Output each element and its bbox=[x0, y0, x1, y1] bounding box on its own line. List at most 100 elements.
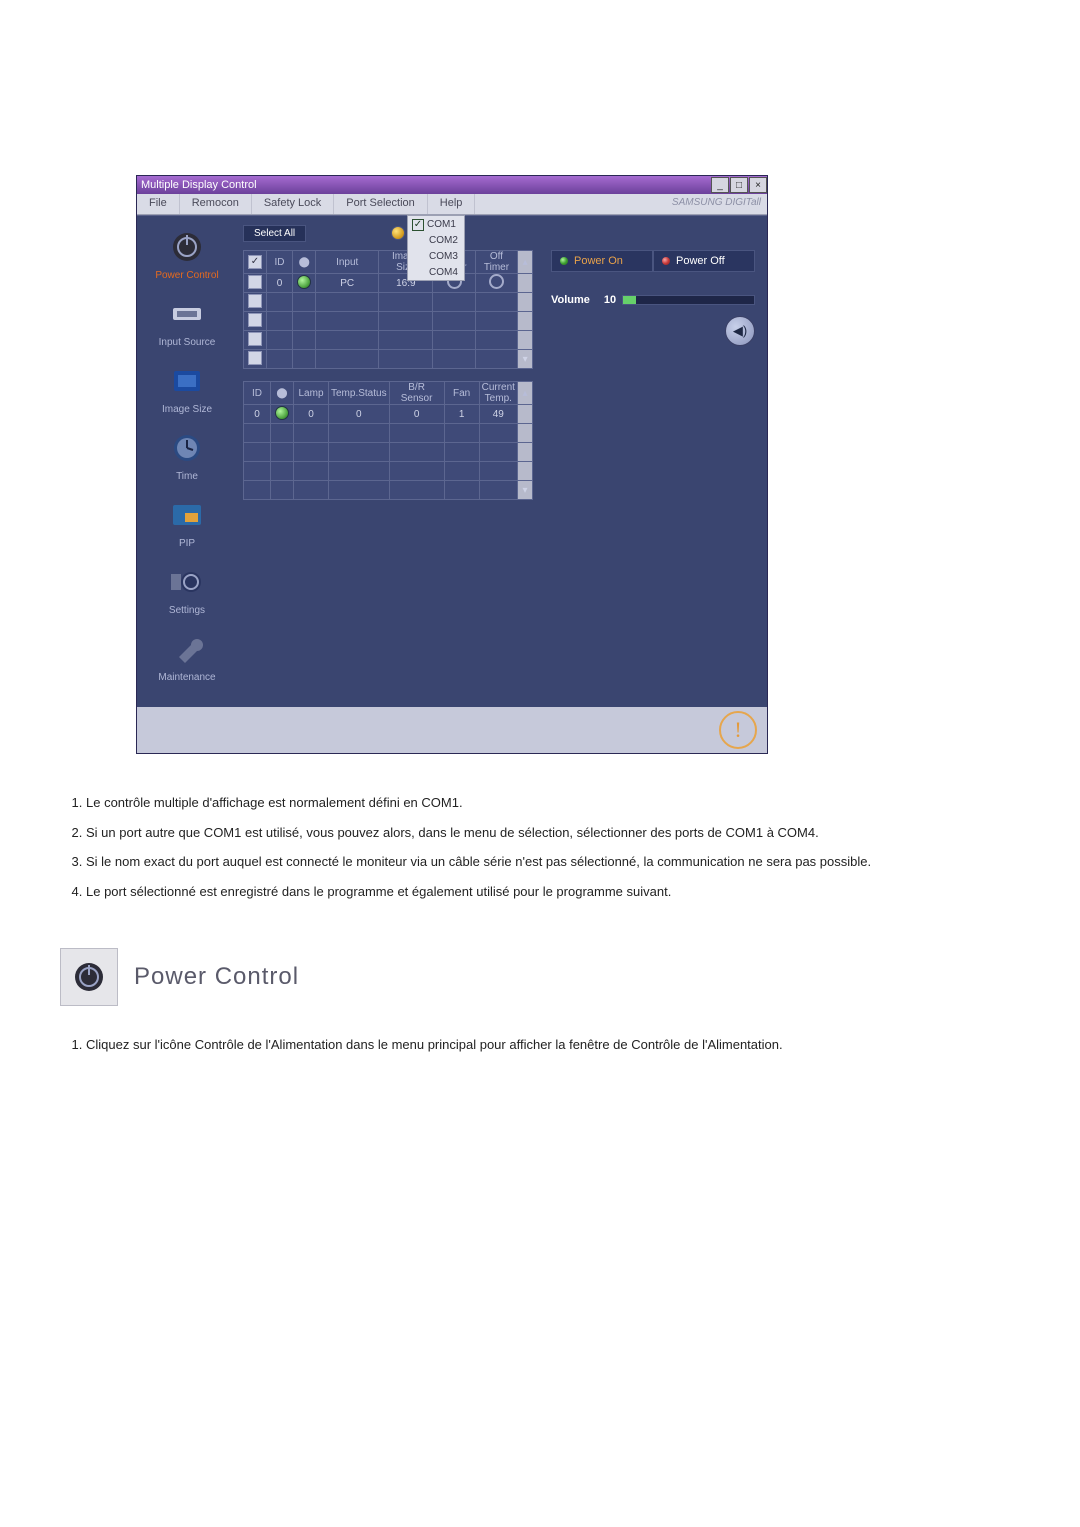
cell-lamp: 0 bbox=[294, 405, 329, 424]
sidebar-item-pip[interactable]: PIP bbox=[137, 494, 237, 549]
table-empty-row bbox=[244, 424, 533, 443]
minimize-button[interactable]: _ bbox=[711, 177, 729, 193]
instructions-list: Le contrôle multiple d'affichage est nor… bbox=[86, 794, 1040, 900]
sidebar-item-time[interactable]: Time bbox=[137, 427, 237, 482]
off-timer-icon bbox=[489, 274, 504, 289]
scroll-down-button[interactable]: ▾ bbox=[518, 350, 533, 369]
col-br-sensor: B/R Sensor bbox=[389, 382, 444, 405]
list-item: Si le nom exact du port auquel est conne… bbox=[86, 853, 1040, 871]
power-on-label: Power On bbox=[574, 255, 623, 267]
maximize-button[interactable]: □ bbox=[730, 177, 748, 193]
list-item: Le contrôle multiple d'affichage est nor… bbox=[86, 794, 1040, 812]
app-window: Multiple Display Control _ □ × File Remo… bbox=[136, 175, 768, 754]
table-header-row: ID ⬤ Input Image Size On Timer Off Timer… bbox=[244, 251, 533, 274]
maintenance-table: ID ⬤ Lamp Temp.Status B/R Sensor Fan Cur… bbox=[243, 381, 533, 500]
com4-label[interactable]: COM4 bbox=[429, 267, 458, 278]
com2-label[interactable]: COM2 bbox=[429, 235, 458, 246]
time-icon bbox=[166, 427, 208, 469]
menu-file[interactable]: File bbox=[137, 194, 180, 214]
table-row[interactable]: 0 0 0 0 1 49 bbox=[244, 405, 533, 424]
busy-icon bbox=[391, 226, 405, 240]
menu-port-selection[interactable]: Port Selection bbox=[334, 194, 427, 214]
power-off-dot-icon bbox=[662, 257, 670, 265]
table-empty-row bbox=[244, 331, 533, 350]
window-title: Multiple Display Control bbox=[141, 179, 710, 191]
scrollbar[interactable] bbox=[518, 274, 533, 293]
power-control-section-icon bbox=[60, 948, 118, 1006]
maintenance-icon bbox=[166, 628, 208, 670]
row-check[interactable] bbox=[248, 275, 262, 289]
cell-input: PC bbox=[316, 274, 379, 293]
col-id: ID bbox=[266, 251, 292, 274]
header-check[interactable] bbox=[248, 255, 262, 269]
volume-value: 10 bbox=[604, 294, 616, 306]
col-current-temp: Current Temp. bbox=[479, 382, 517, 405]
col-fan: Fan bbox=[444, 382, 479, 405]
table-empty-row bbox=[244, 293, 533, 312]
instructions-list-2: Cliquez sur l'icône Contrôle de l'Alimen… bbox=[86, 1036, 1040, 1054]
scrollbar[interactable] bbox=[518, 405, 533, 424]
cell-temp-status: 0 bbox=[329, 405, 390, 424]
sidebar-item-settings[interactable]: Settings bbox=[137, 561, 237, 616]
sidebar-label: Power Control bbox=[137, 270, 237, 281]
row-check[interactable] bbox=[248, 332, 262, 346]
scroll-up-button[interactable]: ▴ bbox=[518, 251, 533, 274]
table-row[interactable]: 0 PC 16:9 bbox=[244, 274, 533, 293]
document-body: Le contrôle multiple d'affichage est nor… bbox=[60, 794, 1040, 1054]
table-empty-row bbox=[244, 443, 533, 462]
status-header-icon: ⬤ bbox=[276, 388, 287, 399]
pip-icon bbox=[166, 494, 208, 536]
scroll-up-button[interactable]: ▴ bbox=[518, 382, 533, 405]
power-control-icon bbox=[166, 226, 208, 268]
display-table: ID ⬤ Input Image Size On Timer Off Timer… bbox=[243, 250, 533, 369]
settings-icon bbox=[166, 561, 208, 603]
alert-icon: ! bbox=[719, 711, 757, 749]
sidebar-item-power-control[interactable]: Power Control bbox=[137, 226, 237, 281]
sidebar: Power Control Input Source Image Size Ti… bbox=[137, 216, 237, 707]
cell-fan: 1 bbox=[444, 405, 479, 424]
sidebar-item-maintenance[interactable]: Maintenance bbox=[137, 628, 237, 683]
row-check[interactable] bbox=[248, 313, 262, 327]
cell-br-sensor: 0 bbox=[389, 405, 444, 424]
port-selection-dropdown[interactable]: COM1 COM2 COM3 COM4 bbox=[407, 215, 465, 281]
select-all-button[interactable]: Select All bbox=[243, 225, 306, 242]
grid-pane: Select All Busy ID ⬤ Input Image Size On… bbox=[237, 216, 539, 707]
speaker-icon[interactable]: ◀) bbox=[725, 316, 755, 346]
section-header: Power Control bbox=[60, 948, 1040, 1006]
workspace: Power Control Input Source Image Size Ti… bbox=[137, 215, 767, 707]
col-temp-status: Temp.Status bbox=[329, 382, 390, 405]
list-item: Si un port autre que COM1 est utilisé, v… bbox=[86, 824, 1040, 842]
status-header-icon: ⬤ bbox=[299, 257, 310, 268]
volume-slider[interactable] bbox=[622, 295, 755, 305]
power-off-button[interactable]: Power Off bbox=[653, 250, 755, 272]
menu-help[interactable]: Help bbox=[428, 194, 476, 214]
menubar: File Remocon Safety Lock Port Selection … bbox=[137, 194, 767, 215]
section-title: Power Control bbox=[134, 963, 299, 991]
sidebar-item-image-size[interactable]: Image Size bbox=[137, 360, 237, 415]
com1-check[interactable] bbox=[412, 219, 424, 231]
input-source-icon bbox=[166, 293, 208, 335]
sidebar-item-input-source[interactable]: Input Source bbox=[137, 293, 237, 348]
sidebar-label: Image Size bbox=[137, 404, 237, 415]
table-empty-row: ▾ bbox=[244, 350, 533, 369]
menu-remocon[interactable]: Remocon bbox=[180, 194, 252, 214]
com3-label[interactable]: COM3 bbox=[429, 251, 458, 262]
sidebar-label: PIP bbox=[137, 538, 237, 549]
titlebar: Multiple Display Control _ □ × bbox=[137, 176, 767, 194]
col-input: Input bbox=[316, 251, 379, 274]
volume-control: Volume 10 bbox=[551, 294, 755, 306]
list-item: Le port sélectionné est enregistré dans … bbox=[86, 883, 1040, 901]
close-button[interactable]: × bbox=[749, 177, 767, 193]
table-header-row: ID ⬤ Lamp Temp.Status B/R Sensor Fan Cur… bbox=[244, 382, 533, 405]
col-off-timer: Off Timer bbox=[475, 251, 517, 274]
power-on-dot-icon bbox=[560, 257, 568, 265]
row-check[interactable] bbox=[248, 294, 262, 308]
power-on-button[interactable]: Power On bbox=[551, 250, 653, 272]
scroll-down-button[interactable]: ▾ bbox=[518, 481, 533, 500]
row-check[interactable] bbox=[248, 351, 262, 365]
menu-safety-lock[interactable]: Safety Lock bbox=[252, 194, 334, 214]
image-size-icon bbox=[166, 360, 208, 402]
table-empty-row bbox=[244, 462, 533, 481]
status-dot-icon bbox=[275, 406, 289, 420]
sidebar-label: Maintenance bbox=[137, 672, 237, 683]
